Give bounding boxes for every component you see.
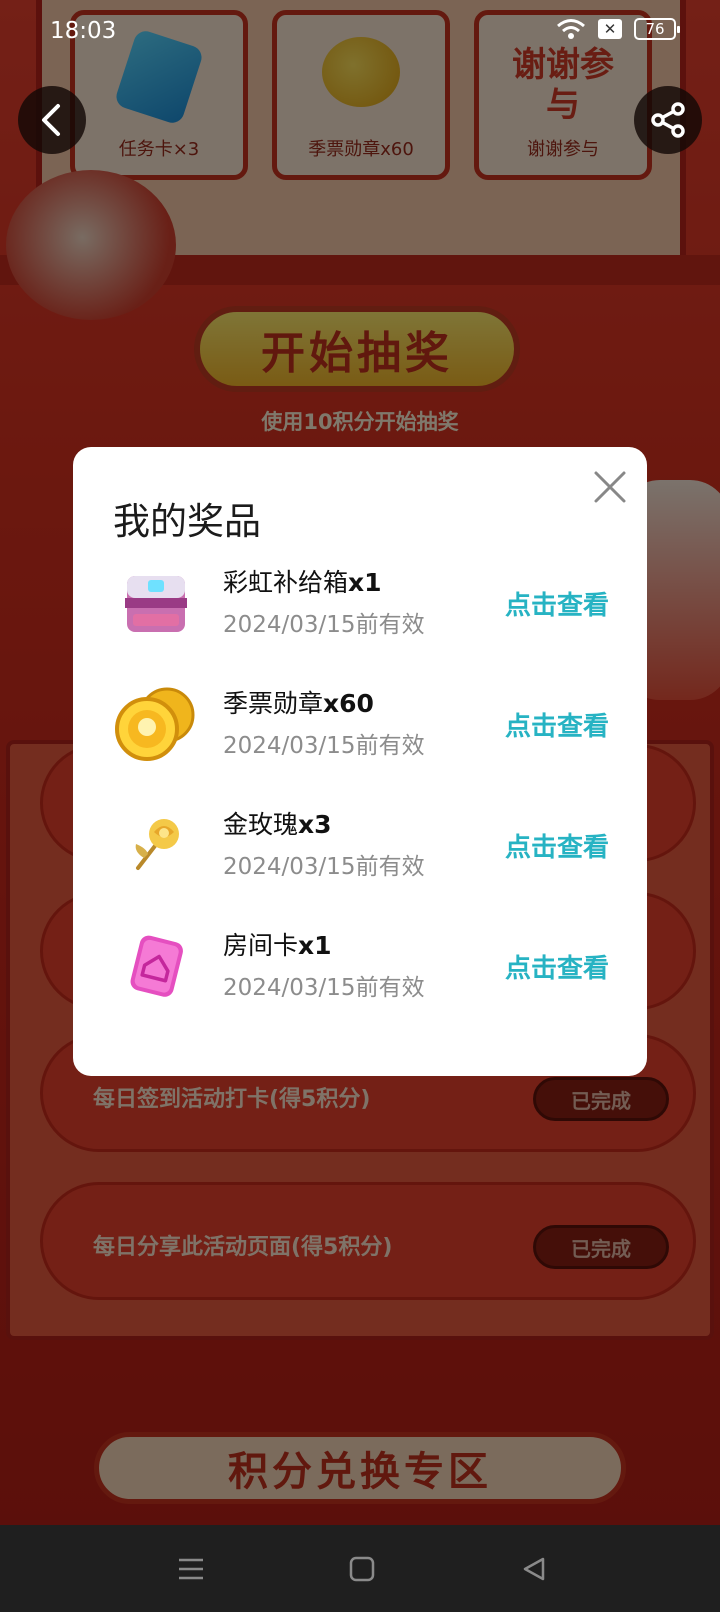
view-prize-button[interactable]: 点击查看: [505, 706, 609, 743]
prize-name: 彩虹补给箱x1: [223, 568, 382, 597]
system-navigation-bar: [0, 1525, 720, 1612]
view-prize-button[interactable]: 点击查看: [505, 827, 609, 864]
view-prize-button[interactable]: 点击查看: [505, 948, 609, 985]
close-icon: [594, 471, 626, 503]
wifi-icon: [556, 18, 586, 40]
golden-rose-icon: [113, 801, 199, 887]
my-prizes-modal: 我的奖品 彩虹补给箱x1 2024/03/15前有效 点击查看 季票勋章x60 …: [73, 447, 647, 1076]
prize-expiry: 2024/03/15前有效: [223, 854, 425, 880]
share-icon: [651, 102, 685, 138]
modal-title: 我的奖品: [113, 500, 261, 543]
prize-expiry: 2024/03/15前有效: [223, 733, 425, 759]
prize-list-item: 季票勋章x60 2024/03/15前有效 点击查看: [73, 674, 647, 774]
supply-box-icon: [113, 559, 199, 645]
prize-name: 房间卡x1: [223, 931, 332, 960]
status-bar: 18:03 ✕ 76: [0, 0, 720, 64]
home-square-icon: [349, 1556, 375, 1582]
season-medal-icon: [113, 680, 199, 766]
prize-name: 金玫瑰x3: [223, 810, 332, 839]
prize-expiry: 2024/03/15前有效: [223, 975, 425, 1001]
prize-list-item: 房间卡x1 2024/03/15前有效 点击查看: [73, 916, 647, 1016]
menu-button[interactable]: [171, 1549, 211, 1589]
room-card-icon: [113, 922, 199, 1008]
close-button[interactable]: [592, 469, 628, 505]
prize-list-item: 彩虹补给箱x1 2024/03/15前有效 点击查看: [73, 553, 647, 653]
share-button[interactable]: [634, 86, 702, 154]
prize-list-item: 金玫瑰x3 2024/03/15前有效 点击查看: [73, 795, 647, 895]
status-icons: ✕ 76: [556, 18, 680, 40]
battery-icon: 76: [634, 18, 680, 40]
status-time: 18:03: [50, 18, 117, 44]
back-nav-button[interactable]: [514, 1549, 554, 1589]
prize-name: 季票勋章x60: [223, 689, 374, 718]
menu-icon: [179, 1558, 203, 1580]
back-triangle-icon: [523, 1557, 545, 1581]
home-button[interactable]: [342, 1549, 382, 1589]
view-prize-button[interactable]: 点击查看: [505, 585, 609, 622]
back-button[interactable]: [18, 86, 86, 154]
chevron-left-icon: [42, 104, 60, 136]
notification-close-icon: ✕: [598, 19, 622, 39]
prize-expiry: 2024/03/15前有效: [223, 612, 425, 638]
